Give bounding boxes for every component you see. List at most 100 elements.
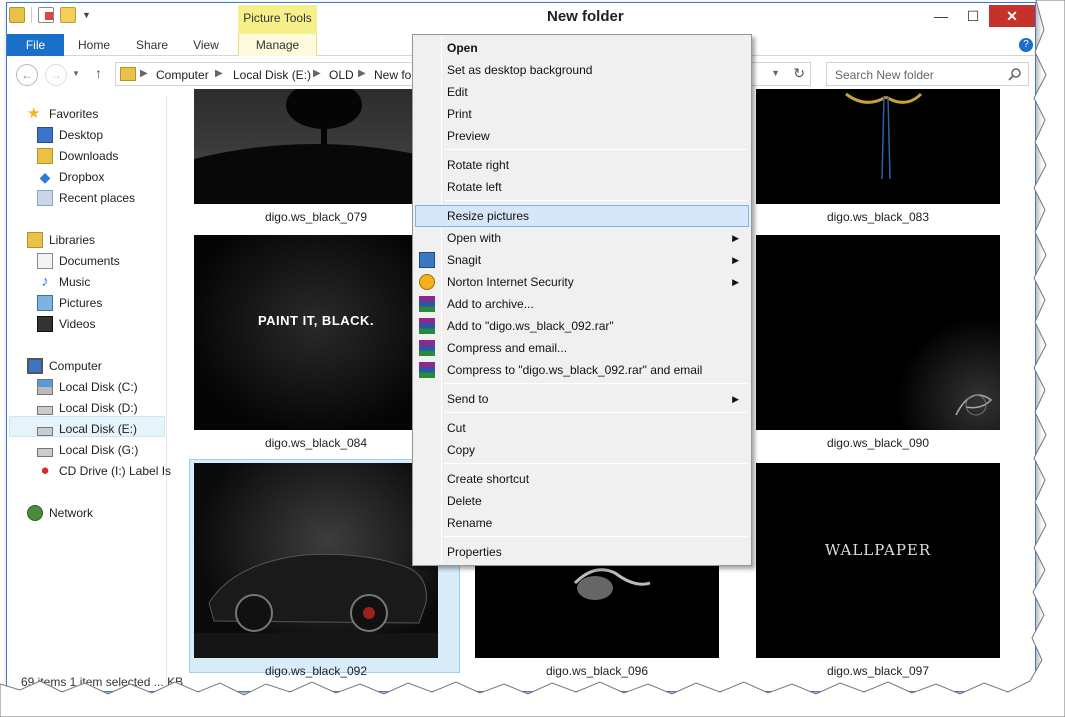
refresh-icon[interactable]: ↻ (793, 65, 805, 82)
file-tile[interactable]: digo.ws_black_090 (756, 235, 1000, 450)
menu-label: Open with (447, 231, 502, 245)
nav-label: Downloads (59, 149, 119, 163)
tab-manage[interactable]: Manage (238, 34, 317, 56)
tab-view[interactable]: View (183, 34, 229, 56)
menu-separator (445, 149, 747, 150)
tab-share[interactable]: Share (127, 34, 177, 56)
chevron-right-icon[interactable]: ▶ (140, 68, 148, 79)
star-icon: ★ (27, 105, 41, 122)
maximize-button[interactable]: ☐ (957, 5, 989, 27)
up-arrow-icon[interactable]: ↑ (95, 65, 102, 81)
menu-send-to[interactable]: Send to ▶ (415, 388, 749, 410)
menu-open[interactable]: Open (415, 37, 749, 59)
menu-compress-to-rar-and-email[interactable]: Compress to "digo.ws_black_092.rar" and … (415, 359, 749, 381)
nav-desktop[interactable]: Desktop (37, 125, 103, 145)
file-name: digo.ws_black_084 (264, 436, 368, 450)
menu-separator (445, 536, 747, 537)
nav-music[interactable]: ♪ Music (37, 272, 90, 292)
menu-create-shortcut[interactable]: Create shortcut (415, 468, 749, 490)
menu-separator (445, 383, 747, 384)
menu-label: Add to "digo.ws_black_092.rar" (447, 319, 614, 333)
drive-icon (37, 447, 53, 457)
nav-label: Desktop (59, 128, 104, 142)
menu-add-to-archive[interactable]: Add to archive... (415, 293, 749, 315)
menu-properties[interactable]: Properties (415, 541, 749, 563)
menu-resize-pictures[interactable]: Resize pictures (415, 205, 749, 227)
nav-label: Local Disk (E:) (59, 422, 138, 436)
menu-edit[interactable]: Edit (415, 81, 749, 103)
address-dropdown-icon[interactable]: ▼ (771, 68, 780, 78)
properties-icon[interactable] (38, 7, 54, 23)
breadcrumb-computer[interactable]: Computer (156, 68, 209, 82)
menu-rotate-right[interactable]: Rotate right (415, 154, 749, 176)
menu-rename[interactable]: Rename (415, 512, 749, 534)
menu-open-with[interactable]: Open with ▶ (415, 227, 749, 249)
menu-preview[interactable]: Preview (415, 125, 749, 147)
menu-label: Norton Internet Security (447, 275, 574, 289)
tab-file[interactable]: File (7, 34, 64, 56)
file-tile[interactable]: digo.ws_black_079 (194, 89, 438, 224)
forward-button[interactable]: → (45, 64, 67, 86)
nav-recent-places[interactable]: Recent places (37, 188, 135, 208)
swirl-art (955, 394, 993, 416)
nav-network[interactable]: Network (27, 503, 93, 523)
tab-home[interactable]: Home (69, 34, 119, 56)
window-title: New folder (547, 8, 624, 25)
nav-pictures[interactable]: Pictures (37, 293, 102, 313)
nav-downloads[interactable]: Downloads (37, 146, 118, 166)
menu-rotate-left[interactable]: Rotate left (415, 176, 749, 198)
search-icon[interactable] (1008, 67, 1022, 81)
file-name: digo.ws_black_097 (826, 664, 930, 678)
winrar-icon (419, 340, 435, 356)
menu-cut[interactable]: Cut (415, 417, 749, 439)
videos-icon (37, 316, 53, 332)
folder-icon[interactable] (9, 7, 25, 23)
close-button[interactable]: ✕ (989, 5, 1035, 27)
nav-local-disk-c[interactable]: Local Disk (C:) (37, 377, 138, 397)
help-icon[interactable]: ? (1019, 38, 1033, 52)
chevron-down-icon[interactable]: ▼ (82, 10, 91, 20)
search-input[interactable]: Search New folder (835, 68, 934, 82)
recent-locations-icon[interactable]: ▼ (72, 69, 80, 78)
menu-norton[interactable]: Norton Internet Security ▶ (415, 271, 749, 293)
menu-compress-and-email[interactable]: Compress and email... (415, 337, 749, 359)
winrar-icon (419, 318, 435, 334)
nav-favorites[interactable]: ★ Favorites (27, 104, 98, 124)
file-name: digo.ws_black_079 (264, 210, 368, 224)
nav-local-disk-g[interactable]: Local Disk (G:) (37, 440, 138, 460)
nav-label: Favorites (49, 107, 99, 121)
file-tile[interactable]: WALLPAPER digo.ws_black_097 (756, 463, 1000, 678)
folder-icon (120, 67, 136, 81)
nav-computer[interactable]: Computer (27, 356, 102, 376)
file-tile[interactable]: PAINT IT, BLACK. digo.ws_black_084 (194, 235, 438, 450)
winrar-icon (419, 296, 435, 312)
new-folder-icon[interactable] (60, 7, 76, 23)
pictures-icon (37, 295, 53, 311)
nav-dropbox[interactable]: ◆ Dropbox (37, 167, 105, 187)
nav-documents[interactable]: Documents (37, 251, 120, 271)
file-name: digo.ws_black_092 (264, 664, 368, 678)
menu-print[interactable]: Print (415, 103, 749, 125)
breadcrumb-old[interactable]: OLD (329, 68, 354, 82)
nav-local-disk-e[interactable]: Local Disk (E:) (37, 419, 137, 439)
menu-delete[interactable]: Delete (415, 490, 749, 512)
breadcrumb-local-disk-e[interactable]: Local Disk (E:) (233, 68, 311, 82)
file-name: digo.ws_black_096 (545, 664, 649, 678)
chevron-right-icon[interactable]: ▶ (215, 68, 223, 79)
menu-copy[interactable]: Copy (415, 439, 749, 461)
nav-libraries[interactable]: Libraries (27, 230, 95, 250)
minimize-button[interactable]: — (925, 5, 957, 27)
menu-snagit[interactable]: Snagit ▶ (415, 249, 749, 271)
nav-videos[interactable]: Videos (37, 314, 95, 334)
back-button[interactable]: ← (16, 64, 38, 86)
menu-add-to-rar[interactable]: Add to "digo.ws_black_092.rar" (415, 315, 749, 337)
search-box[interactable]: Search New folder (826, 62, 1029, 86)
breadcrumb-new-folder[interactable]: New fo (374, 68, 411, 82)
nav-local-disk-d[interactable]: Local Disk (D:) (37, 398, 138, 418)
file-tile[interactable]: digo.ws_black_083 (756, 89, 1000, 224)
nav-cd-drive[interactable]: ● CD Drive (I:) Label Is (37, 461, 171, 481)
chevron-right-icon[interactable]: ▶ (313, 68, 321, 79)
file-tile-selected[interactable]: digo.ws_black_092 (194, 463, 438, 678)
menu-set-desktop-background[interactable]: Set as desktop background (415, 59, 749, 81)
chevron-right-icon[interactable]: ▶ (358, 68, 366, 79)
